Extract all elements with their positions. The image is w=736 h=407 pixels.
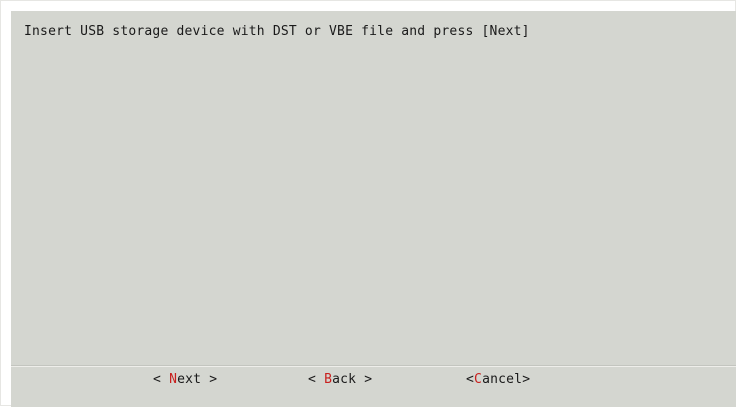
back-button-label-rest: ack [332,372,357,387]
next-button-hotkey: N [169,372,178,387]
cancel-button-hotkey: C [474,372,483,387]
instruction-message: Insert USB storage device with DST or VB… [24,24,530,39]
next-button[interactable]: < Next > [153,371,217,389]
next-button-suffix: > [201,372,218,387]
next-button-prefix: < [153,372,170,387]
dialog-panel: Insert USB storage device with DST or VB… [11,11,736,407]
back-button-suffix: > [356,372,373,387]
button-bar-divider [11,366,736,367]
cancel-button-label-rest: ancel [482,372,523,387]
back-button[interactable]: < Back > [308,371,372,389]
back-button-prefix: < [308,372,325,387]
cancel-button-suffix: > [522,372,531,387]
next-button-label-rest: ext [177,372,202,387]
back-button-hotkey: B [324,372,333,387]
cancel-button-prefix: < [466,372,475,387]
cancel-button[interactable]: <Cancel> [466,371,530,389]
window-frame: Insert USB storage device with DST or VB… [0,0,736,407]
